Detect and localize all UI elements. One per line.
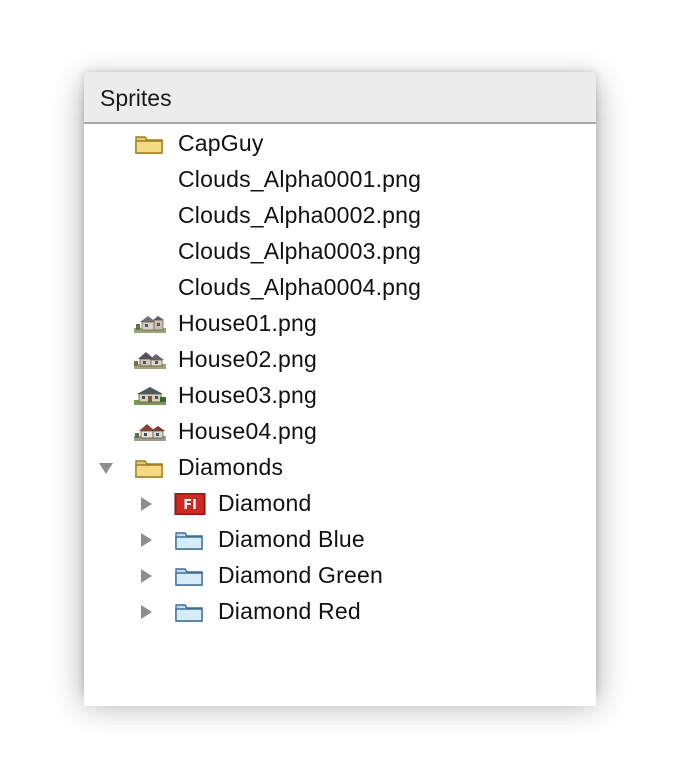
tree-item-diamond-blue[interactable]: Diamond Blue — [84, 522, 596, 558]
tree-item-label: House02.png — [178, 346, 318, 372]
disclosure-triangle-collapsed-icon[interactable] — [138, 604, 154, 620]
house-thumbnail-icon — [134, 349, 166, 371]
folder-icon — [134, 133, 166, 155]
panel-header: Sprites — [84, 72, 596, 124]
sprites-panel: Sprites CapGuy Clouds_Alpha0001.png Clou… — [84, 72, 596, 694]
disclosure-triangle-expanded-icon[interactable] — [98, 460, 114, 476]
tree-item-label: House01.png — [178, 310, 318, 336]
tree-item-diamonds[interactable]: Diamonds — [84, 450, 596, 486]
tree-item-label: Diamond Blue — [218, 526, 365, 552]
tree-item-label: Diamond Red — [218, 598, 361, 624]
tree-item-label: Clouds_Alpha0002.png — [178, 202, 422, 228]
panel-title: Sprites — [100, 85, 172, 111]
tree-item-label: House03.png — [178, 382, 318, 408]
tree-item-capguy[interactable]: CapGuy — [84, 126, 596, 162]
disclosure-triangle-collapsed-icon[interactable] — [138, 496, 154, 512]
tree-item-clouds-alpha0003[interactable]: Clouds_Alpha0003.png — [84, 234, 596, 270]
tree-item-diamond-green[interactable]: Diamond Green — [84, 558, 596, 594]
disclosure-triangle-collapsed-icon[interactable] — [138, 568, 154, 584]
tree-item-diamond[interactable]: Fl Diamond — [84, 486, 596, 522]
flash-fl-icon: Fl — [174, 492, 206, 516]
house-thumbnail-icon — [134, 421, 166, 443]
tree-item-house03[interactable]: House03.png — [84, 378, 596, 414]
blue-folder-icon — [174, 565, 206, 587]
tree-item-clouds-alpha0002[interactable]: Clouds_Alpha0002.png — [84, 198, 596, 234]
blue-folder-icon — [174, 529, 206, 551]
house-thumbnail-icon — [134, 385, 166, 407]
tree-item-clouds-alpha0004[interactable]: Clouds_Alpha0004.png — [84, 270, 596, 306]
tree-item-label: Clouds_Alpha0001.png — [178, 166, 422, 192]
tree-item-label: Clouds_Alpha0003.png — [178, 238, 422, 264]
tree-item-label: Clouds_Alpha0004.png — [178, 274, 422, 300]
folder-icon — [134, 457, 166, 479]
tree-item-label: House04.png — [178, 418, 318, 444]
tree-item-diamond-red[interactable]: Diamond Red — [84, 594, 596, 630]
tree-item-house02[interactable]: House02.png — [84, 342, 596, 378]
tree-item-house01[interactable]: House01.png — [84, 306, 596, 342]
tree-item-house04[interactable]: House04.png — [84, 414, 596, 450]
sprite-tree: CapGuy Clouds_Alpha0001.png Clouds_Alpha… — [84, 126, 596, 630]
svg-text:Fl: Fl — [183, 498, 196, 513]
blue-folder-icon — [174, 601, 206, 623]
tree-item-label: Diamonds — [178, 454, 284, 480]
tree-item-label: CapGuy — [178, 130, 264, 156]
tree-item-label: Diamond Green — [218, 562, 383, 588]
tree-item-label: Diamond — [218, 490, 312, 516]
house-thumbnail-icon — [134, 313, 166, 335]
tree-item-clouds-alpha0001[interactable]: Clouds_Alpha0001.png — [84, 162, 596, 198]
disclosure-triangle-collapsed-icon[interactable] — [138, 532, 154, 548]
torn-edge-decoration — [84, 689, 596, 706]
